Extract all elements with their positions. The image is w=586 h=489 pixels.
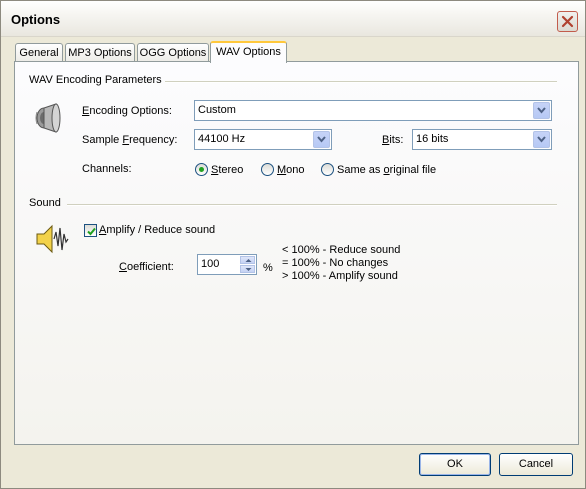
coefficient-unit: %: [263, 262, 273, 274]
channels-label: Channels:: [82, 163, 132, 175]
coefficient-stepper[interactable]: 100: [197, 254, 257, 275]
bits-select[interactable]: 16 bits: [412, 129, 552, 150]
help-text-no-change: = 100% - No changes: [282, 257, 389, 269]
decrement-button[interactable]: [240, 265, 255, 273]
tab-label: General: [19, 47, 59, 59]
encoding-options-value: Custom: [198, 104, 236, 116]
stepper-buttons: [240, 256, 255, 273]
mono-radio[interactable]: [261, 163, 274, 176]
same-as-original-label[interactable]: Same as original file: [337, 164, 436, 176]
sound-group-title: Sound: [29, 197, 61, 209]
tab-label: WAV Options: [216, 46, 281, 58]
wav-options-panel: WAV Encoding Parameters Encoding Options…: [14, 61, 579, 445]
options-dialog: Options General MP3 Options OGG Options …: [0, 0, 586, 489]
stereo-label[interactable]: Stereo: [211, 164, 243, 176]
group-divider: [165, 81, 557, 83]
arrow-up-icon: [245, 259, 252, 262]
help-text-reduce: < 100% - Reduce sound: [282, 244, 401, 256]
bits-label: Bits:: [382, 134, 404, 146]
tab-mp3-options[interactable]: MP3 Options: [65, 43, 135, 62]
close-button[interactable]: [557, 11, 578, 32]
bits-value: 16 bits: [416, 133, 449, 145]
tab-label: OGG Options: [139, 47, 207, 59]
sound-wave-icon: [36, 224, 69, 254]
sample-frequency-select[interactable]: 44100 Hz: [194, 129, 332, 150]
chevron-down-icon[interactable]: [533, 102, 550, 119]
tab-general[interactable]: General: [15, 43, 63, 62]
title-bar[interactable]: Options: [1, 1, 585, 37]
ok-button[interactable]: OK: [419, 453, 491, 476]
check-icon: [87, 227, 96, 236]
encoding-options-label: Encoding Options:: [82, 105, 172, 117]
encoding-options-select[interactable]: Custom: [194, 100, 552, 121]
speaker-icon: [35, 103, 61, 133]
coefficient-value: 100: [201, 258, 220, 270]
stereo-radio[interactable]: [195, 163, 208, 176]
tab-label: MP3 Options: [68, 47, 132, 59]
tab-wav-options[interactable]: WAV Options: [210, 41, 287, 63]
help-text-amplify: > 100% - Amplify sound: [282, 270, 398, 282]
chevron-down-icon[interactable]: [313, 131, 330, 148]
amplify-label[interactable]: Amplify / Reduce sound: [99, 224, 215, 236]
cancel-button[interactable]: Cancel: [499, 453, 573, 476]
sample-frequency-label: Sample Frequency:: [82, 134, 178, 146]
increment-button[interactable]: [240, 256, 255, 264]
same-as-original-radio[interactable]: [321, 163, 334, 176]
amplify-checkbox[interactable]: [84, 224, 97, 237]
wav-encoding-group-title: WAV Encoding Parameters: [29, 74, 162, 86]
chevron-down-icon[interactable]: [533, 131, 550, 148]
mono-label[interactable]: Mono: [277, 164, 305, 176]
coefficient-label: Coefficient:: [119, 261, 174, 273]
window-title: Options: [11, 12, 61, 27]
tab-ogg-options[interactable]: OGG Options: [137, 43, 209, 62]
sample-frequency-value: 44100 Hz: [198, 133, 246, 145]
group-divider: [67, 204, 557, 206]
arrow-down-icon: [245, 268, 252, 271]
close-icon: [561, 15, 574, 28]
